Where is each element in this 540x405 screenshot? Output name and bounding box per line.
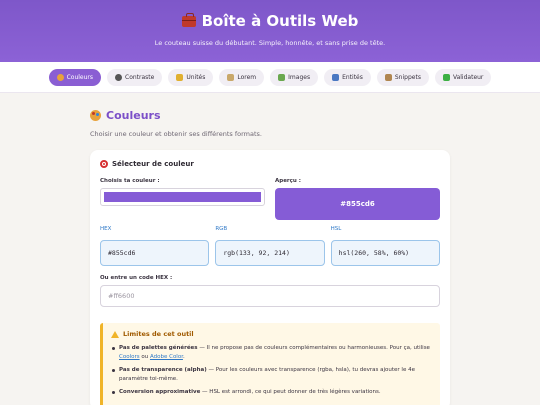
app-subtitle: Le couteau suisse du débutant. Simple, h… — [154, 39, 386, 47]
color-picker-card: Sélecteur de couleur Choisis ta couleur … — [90, 150, 450, 405]
limit-text: — HSL est arrondi, ce qui peut donner de… — [200, 389, 381, 395]
tab-couleurs[interactable]: Couleurs — [48, 68, 101, 86]
preview-column: Aperçu : #855cd6 — [275, 178, 440, 220]
card-title: Sélecteur de couleur — [100, 160, 440, 168]
app-title: Boîte à Outils Web — [0, 12, 540, 30]
tab-label: Contraste — [125, 73, 155, 81]
format-label: RGB — [215, 226, 228, 232]
format-label: HEX — [100, 226, 112, 232]
coolors-link[interactable]: Coolors — [119, 354, 140, 360]
tab-lorem[interactable]: Lorem — [219, 68, 265, 86]
tab-label: Entités — [342, 73, 363, 81]
tab-label: Unités — [186, 73, 206, 81]
palette-icon — [56, 73, 64, 81]
limits-title: Limites de cet outil — [111, 330, 432, 338]
image-icon — [278, 73, 286, 81]
limit-text: — Il ne propose pas de couleurs compléme… — [197, 345, 430, 351]
limit-heading: Conversion approximative — [119, 389, 201, 395]
section-description: Choisir une couleur et obtenir ses diffé… — [90, 130, 262, 138]
limits-box: Limites de cet outil Pas de palettes gén… — [100, 323, 440, 405]
color-preview: #855cd6 — [275, 188, 440, 220]
tab-validateur[interactable]: Validateur — [434, 68, 492, 86]
adobe-color-link[interactable]: Adobe Color — [150, 354, 183, 360]
colors-section: Couleurs Choisir une couleur et obtenir … — [0, 93, 540, 138]
tab-label: Couleurs — [66, 73, 93, 81]
limit-text: . — [182, 354, 185, 360]
check-icon — [442, 73, 450, 81]
tab-label: Validateur — [452, 73, 484, 81]
list-item: Conversion approximative — HSL est arron… — [111, 388, 432, 397]
format-label: HSL — [330, 226, 342, 232]
limit-heading: Pas de palettes générées — [119, 345, 198, 351]
hsl-output-field[interactable]: hsl(260, 58%, 60%) — [330, 240, 440, 266]
tab-images[interactable]: Images — [270, 68, 319, 86]
app-title-text: Boîte à Outils Web — [201, 12, 359, 30]
limits-title-text: Limites de cet outil — [123, 330, 194, 338]
section-title-text: Couleurs — [106, 109, 161, 122]
tab-entites[interactable]: Entités — [324, 68, 371, 86]
hsl-format: HSL hsl(260, 58%, 60%) — [330, 226, 440, 266]
clipboard-icon — [384, 73, 392, 81]
tab-unites[interactable]: Unités — [168, 68, 214, 86]
toolbox-icon — [181, 12, 196, 27]
picker-column: Choisis ta couleur : — [100, 178, 265, 220]
color-picker-input[interactable] — [100, 188, 265, 206]
list-item: Pas de transparence (alpha) — Pour les c… — [111, 366, 432, 384]
card-title-text: Sélecteur de couleur — [112, 160, 194, 168]
ruler-icon — [176, 73, 184, 81]
target-icon — [100, 160, 108, 168]
color-swatch — [104, 192, 261, 202]
tab-label: Snippets — [394, 73, 421, 81]
limits-list: Pas de palettes générées — Il ne propose… — [111, 344, 432, 397]
hero-header: Boîte à Outils Web Le couteau suisse du … — [0, 0, 540, 62]
picker-row: Choisis ta couleur : Aperçu : #855cd6 — [100, 178, 440, 220]
picker-label: Choisis ta couleur : — [100, 178, 160, 184]
memo-icon — [227, 73, 235, 81]
tab-snippets[interactable]: Snippets — [376, 68, 429, 86]
hex-output-field[interactable]: #855cd6 — [100, 240, 210, 266]
list-item: Pas de palettes générées — Il ne propose… — [111, 344, 432, 362]
tool-nav: Couleurs Contraste Unités Lorem Images E… — [0, 62, 540, 93]
limit-text: ou — [139, 354, 150, 360]
section-title: Couleurs — [90, 109, 540, 122]
rgb-format: RGB rgb(133, 92, 214) — [215, 226, 325, 266]
hex-input[interactable]: #ff6600 — [100, 285, 440, 307]
limit-heading: Pas de transparence (alpha) — [119, 367, 207, 373]
preview-label: Aperçu : — [275, 178, 301, 184]
palette-icon — [90, 110, 101, 121]
rgb-output-field[interactable]: rgb(133, 92, 214) — [215, 240, 325, 266]
numbers-icon — [332, 73, 340, 81]
warning-icon — [111, 330, 119, 338]
hex-input-label: Ou entre un code HEX : — [100, 275, 173, 281]
formats-row: HEX #855cd6 RGB rgb(133, 92, 214) HSL hs… — [100, 226, 440, 266]
tab-label: Lorem — [237, 73, 257, 81]
eye-icon — [115, 73, 122, 81]
hex-format: HEX #855cd6 — [100, 226, 210, 266]
tab-label: Images — [288, 73, 311, 81]
tab-contraste[interactable]: Contraste — [107, 68, 163, 86]
